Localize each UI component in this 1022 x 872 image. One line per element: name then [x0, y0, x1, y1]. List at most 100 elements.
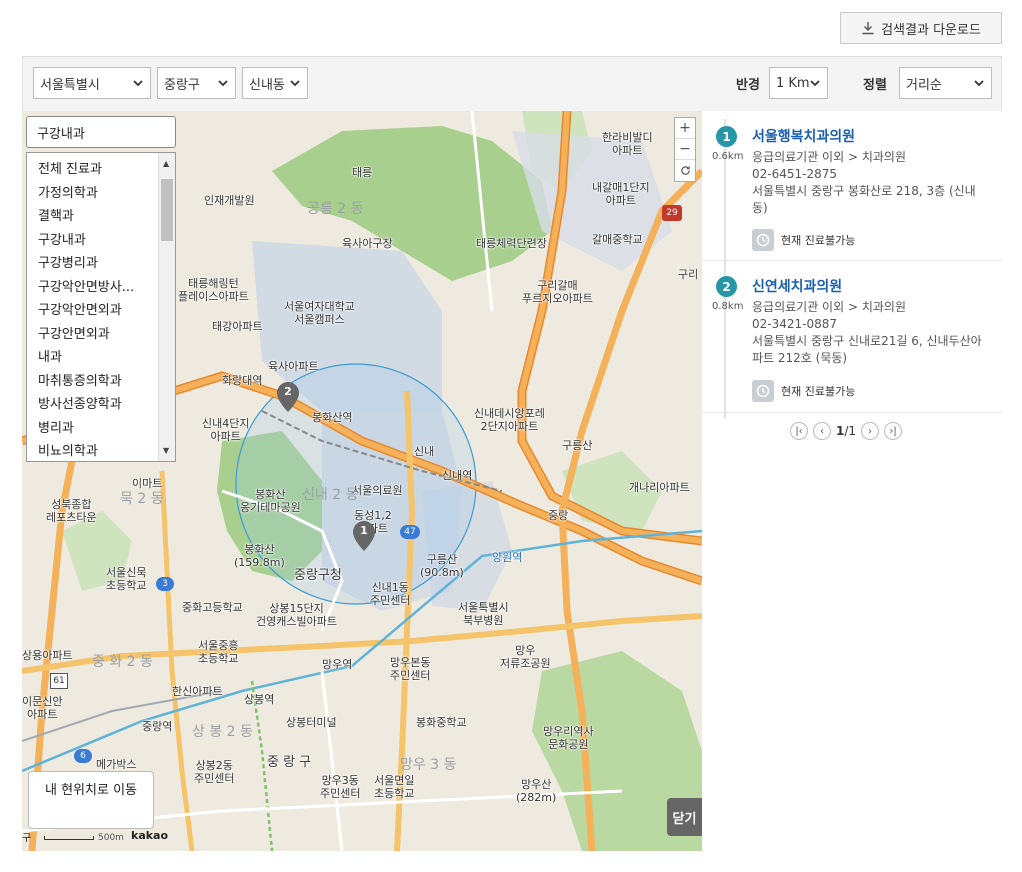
map-marker-label: 2: [284, 385, 292, 398]
map-label: 서울특별시 북부병원: [458, 601, 509, 627]
rank-badge: 1: [716, 126, 737, 147]
close-label: 닫기: [672, 811, 697, 827]
map-label: 상용아파트: [22, 649, 73, 662]
result-address: 서울특별시 중랑구 신내로21길 6, 신내두산아파트 212호 (묵동): [752, 334, 982, 365]
page-indicator: 1/1: [836, 424, 857, 438]
total-pages: 1: [848, 424, 857, 438]
last-page-button[interactable]: ›|: [884, 422, 903, 440]
department-option[interactable]: 구강악안면방사...: [27, 276, 159, 300]
result-item[interactable]: 2 0.8km 신연세치과의원 응급의료기관 이외 > 치과의원 02-3421…: [702, 261, 1002, 413]
map-label: 망우리역사 문화공원: [543, 725, 594, 751]
map-label: 상봉터미널: [286, 716, 337, 729]
map-logo: kakao: [131, 829, 169, 842]
map-label: 상봉2동 주민센터: [194, 759, 235, 785]
city-select[interactable]: 서울특별시: [33, 67, 151, 99]
map-label: 상봉15단지 건영캐스빌아파트: [256, 602, 337, 628]
map-label: 한라비발디 아파트: [602, 131, 653, 157]
pagination: |‹ ‹ 1/1 › ›|: [790, 422, 903, 440]
map-marker-2[interactable]: 2: [277, 382, 299, 412]
map-label: 구릉산 (90.8m): [420, 553, 464, 579]
department-option[interactable]: 결핵과: [27, 205, 159, 229]
department-option[interactable]: 내과: [27, 346, 159, 370]
prev-page-button[interactable]: ‹: [813, 422, 831, 440]
map-label: 망우3동 주민센터: [320, 774, 361, 800]
route-shield: 29: [662, 205, 682, 221]
map-label: 상 봉 2 동: [192, 724, 253, 740]
department-dropdown-list[interactable]: 전체 진료과 가정의학과 결핵과 구강내과 구강병리과 구강악안면방사... 구…: [26, 152, 176, 462]
department-select[interactable]: 구강내과: [26, 116, 176, 148]
map-label: 육사아파트: [268, 360, 319, 373]
next-page-button[interactable]: ›: [861, 422, 880, 440]
result-name[interactable]: 서울행복치과의원: [752, 126, 855, 146]
map-label: 태릉: [352, 166, 373, 179]
map-label: 한신아파트: [172, 685, 223, 698]
map-label: 개나리아파트: [629, 481, 690, 494]
chevron-down-icon: [810, 80, 820, 87]
map-label: 서울중흥 초등학교: [198, 639, 239, 665]
department-option[interactable]: 구강병리과: [27, 252, 159, 276]
refresh-icon: [680, 166, 690, 175]
department-option[interactable]: 가정의학과: [27, 182, 159, 206]
map-label: 봉화중학교: [416, 716, 467, 729]
department-option[interactable]: 방사선종양학과: [27, 393, 159, 417]
map-label: 망우 3 동: [400, 757, 457, 773]
department-option[interactable]: 구강안면외과: [27, 323, 159, 347]
result-phone: 02-6451-2875: [752, 167, 838, 181]
radius-label: 반경: [736, 78, 760, 93]
chevron-down-icon: [133, 80, 143, 87]
department-option[interactable]: 마취통증의학과: [27, 370, 159, 394]
map-label: 중랑구청: [294, 568, 342, 583]
zoom-in-button[interactable]: +: [675, 118, 695, 139]
chevron-down-icon: [218, 80, 228, 87]
map-label: 신내1동 주민센터: [370, 581, 411, 607]
dropdown-scrollbar[interactable]: ▲ ▼: [158, 153, 175, 461]
department-option[interactable]: 비뇨의학과: [27, 440, 159, 461]
map-view[interactable]: 한라비발디 아파트 내갈매1단지 아파트 갈매중학교 태릉 인재개발원 공릉 2 동…: [22, 111, 702, 851]
result-status: 현재 진료불가능: [752, 229, 855, 251]
result-status-text: 현재 진료불가능: [781, 234, 856, 247]
district-select-value: 중랑구: [164, 77, 200, 93]
result-item[interactable]: 1 0.6km 서울행복치과의원 응급의료기관 이외 > 치과의원 02-645…: [702, 111, 1002, 261]
map-label: 성북종합 레포츠타운: [46, 498, 97, 524]
zoom-out-button[interactable]: −: [675, 139, 695, 160]
map-label: 구리: [678, 268, 699, 281]
department-option[interactable]: 전체 진료과: [27, 158, 159, 182]
map-label: 중 랑 구: [267, 755, 312, 770]
close-panel-button[interactable]: 닫기: [667, 798, 702, 836]
map-marker-1[interactable]: 1: [353, 521, 375, 551]
department-option[interactable]: 구강내과: [27, 229, 159, 253]
scrollbar-thumb[interactable]: [161, 179, 173, 241]
department-option[interactable]: 병리과: [27, 417, 159, 441]
map-label: 신내: [414, 445, 435, 458]
map-marker-label: 1: [360, 524, 368, 537]
scroll-down-icon[interactable]: ▼: [163, 446, 169, 455]
map-label: 태릉해링턴 플레이스아파트: [178, 277, 249, 303]
map-label: 구릉산: [562, 439, 593, 452]
map-label: 공릉 2 동: [307, 201, 364, 217]
map-label: 중 화 2 동: [92, 654, 153, 670]
route-shield: 6: [74, 749, 92, 763]
scroll-up-icon[interactable]: ▲: [163, 159, 169, 168]
district-select[interactable]: 중랑구: [157, 67, 236, 99]
dong-select[interactable]: 신내동: [242, 67, 308, 99]
map-label: 화랑대역: [222, 374, 263, 387]
map-label: 태강아파트: [212, 320, 263, 333]
result-name[interactable]: 신연세치과의원: [752, 276, 842, 296]
result-distance: 0.8km: [712, 301, 744, 312]
department-option[interactable]: 구강악안면외과: [27, 299, 159, 323]
department-select-value: 구강내과: [37, 127, 85, 142]
result-distance: 0.6km: [712, 151, 744, 162]
download-results-button[interactable]: 검색결과 다운로드: [840, 12, 1002, 44]
map-label: 신내데시앙포레 2단지아파트: [474, 407, 545, 433]
map-label: 중화고등학교: [182, 601, 243, 614]
radius-select[interactable]: 1 Km: [769, 67, 828, 99]
route-shield: 47: [400, 525, 420, 539]
map-label: 서울의료원: [352, 484, 403, 497]
locate-me-label: 내 현위치로 이동: [45, 783, 137, 798]
first-page-button[interactable]: |‹: [790, 422, 808, 440]
sort-select[interactable]: 거리순: [899, 67, 992, 99]
download-icon: [862, 22, 874, 35]
refresh-map-button[interactable]: [675, 160, 695, 181]
locate-me-button[interactable]: 내 현위치로 이동: [28, 771, 154, 829]
clock-icon: [752, 229, 774, 251]
